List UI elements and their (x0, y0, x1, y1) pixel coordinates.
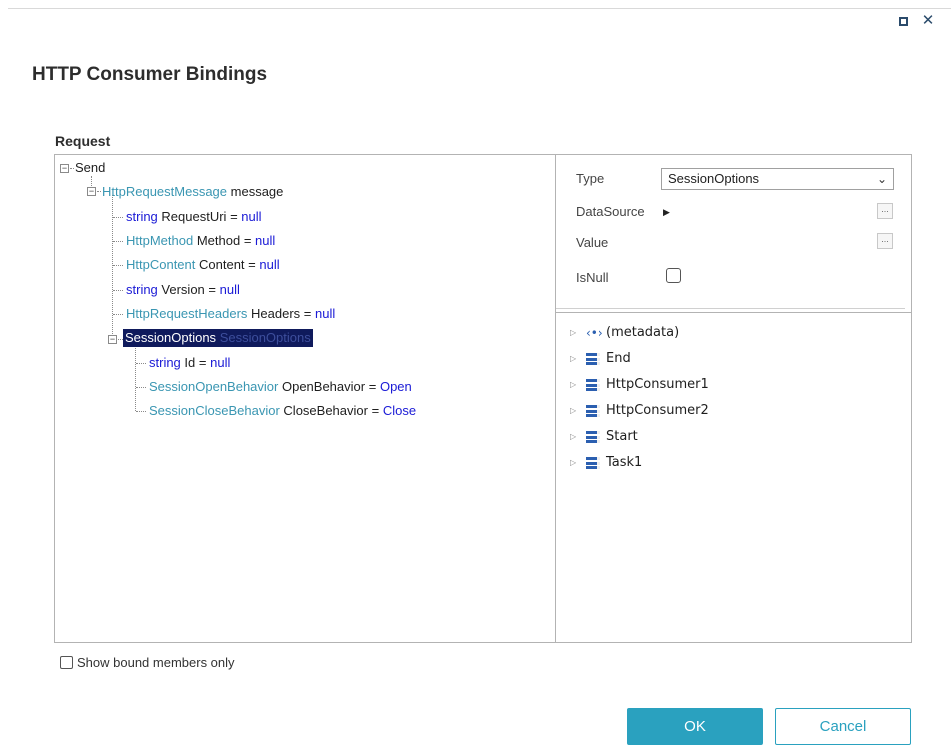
tree-node-member[interactable]: SessionCloseBehavior CloseBehavior = Clo… (149, 402, 416, 420)
close-icon: ✕ (921, 12, 935, 29)
tree-node-member[interactable]: HttpContent Content = null (126, 256, 280, 274)
request-tree: − Send − HttpRequestMessage message stri… (55, 155, 555, 642)
tree-node-member[interactable]: HttpMethod Method = null (126, 232, 275, 250)
datasource-label: DataSource (576, 204, 645, 219)
expand-arrow-icon[interactable]: ▷ (570, 324, 586, 342)
tree-connector (113, 265, 123, 266)
isnull-checkbox[interactable] (666, 268, 681, 283)
context-tree: ▷ ‹•› (metadata) ▷ End ▷ HttpConsumer1 ▷… (556, 314, 911, 642)
request-label: Request (55, 133, 111, 149)
ok-button[interactable]: OK (627, 708, 763, 745)
collapse-toggle[interactable]: − (60, 164, 69, 173)
datasource-expand-icon[interactable]: ▶ (663, 207, 670, 218)
tree-connector (91, 176, 92, 186)
maximize-button[interactable] (895, 13, 911, 29)
properties-divider (556, 308, 905, 309)
cancel-button[interactable]: Cancel (775, 708, 911, 745)
activity-icon (586, 405, 600, 417)
context-item-httpconsumer1[interactable]: ▷ HttpConsumer1 (570, 376, 709, 394)
maximize-icon (898, 16, 908, 26)
isnull-label: IsNull (576, 270, 609, 285)
expand-arrow-icon[interactable]: ▷ (570, 376, 586, 394)
show-bound-label: Show bound members only (77, 655, 235, 670)
tree-connector (113, 314, 123, 315)
expand-arrow-icon[interactable]: ▷ (570, 454, 586, 472)
activity-icon (586, 457, 600, 469)
context-item-task1[interactable]: ▷ Task1 (570, 454, 642, 472)
tree-connector (97, 191, 101, 192)
tree-node-member[interactable]: string Version = null (126, 281, 240, 299)
tree-connector (136, 411, 146, 412)
collapse-toggle[interactable]: − (87, 187, 96, 196)
type-label: Type (576, 171, 605, 186)
activity-icon (586, 353, 600, 365)
context-item-metadata[interactable]: ▷ ‹•› (metadata) (570, 324, 679, 342)
context-item-start[interactable]: ▷ Start (570, 428, 638, 446)
tree-node-message[interactable]: HttpRequestMessage message (102, 183, 283, 201)
value-ellipsis-button[interactable]: ... (877, 233, 893, 249)
tree-connector (136, 387, 146, 388)
expand-arrow-icon[interactable]: ▷ (570, 350, 586, 368)
collapse-toggle[interactable]: − (108, 335, 117, 344)
tree-node-session-options[interactable]: SessionOptions SessionOptions (123, 329, 313, 347)
metadata-icon: ‹•› (586, 326, 603, 340)
datasource-ellipsis-button[interactable]: ... (877, 203, 893, 219)
dialog-title: HTTP Consumer Bindings (32, 64, 268, 85)
value-label: Value (576, 235, 609, 250)
chevron-down-icon: ⌄ (876, 172, 887, 186)
close-button[interactable]: ✕ (920, 13, 936, 29)
show-bound-checkbox[interactable] (60, 656, 73, 669)
tree-node-member[interactable]: SessionOpenBehavior OpenBehavior = Open (149, 378, 412, 396)
type-select[interactable]: SessionOptions ⌄ (661, 168, 894, 190)
activity-icon (586, 431, 600, 443)
context-item-httpconsumer2[interactable]: ▷ HttpConsumer2 (570, 402, 709, 420)
tree-node-member[interactable]: HttpRequestHeaders Headers = null (126, 305, 335, 323)
tree-connector (70, 168, 74, 169)
expand-arrow-icon[interactable]: ▷ (570, 428, 586, 446)
context-item-end[interactable]: ▷ End (570, 350, 631, 368)
tree-node-member[interactable]: string Id = null (149, 354, 230, 372)
activity-icon (586, 379, 600, 391)
expand-arrow-icon[interactable]: ▷ (570, 402, 586, 420)
tree-connector (136, 363, 146, 364)
type-select-value: SessionOptions (668, 171, 760, 186)
bindings-panel: − Send − HttpRequestMessage message stri… (54, 154, 912, 643)
tree-connector (113, 290, 123, 291)
show-bound-members[interactable]: Show bound members only (60, 655, 235, 670)
tree-connector (113, 241, 123, 242)
tree-connector (135, 345, 136, 411)
tree-node-member[interactable]: string RequestUri = null (126, 208, 262, 226)
tree-connector (113, 217, 123, 218)
properties-pane: Type SessionOptions ⌄ DataSource ▶ ... V… (556, 155, 911, 310)
properties-splitter[interactable] (556, 312, 911, 313)
tree-node-send[interactable]: Send (75, 159, 105, 177)
top-border (8, 8, 951, 9)
